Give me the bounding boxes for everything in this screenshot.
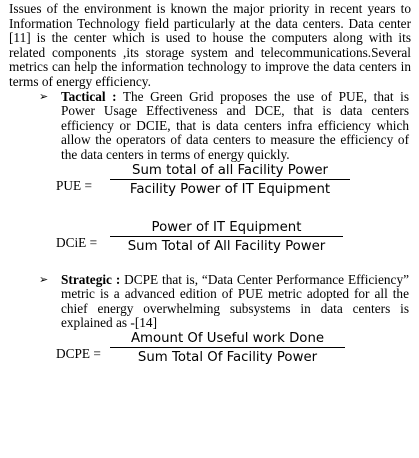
- formula-fraction: Amount Of Useful work Done Sum Total Of …: [110, 331, 345, 365]
- formula-denominator: Facility Power of IT Equipment: [129, 181, 331, 197]
- intro-paragraph: Issues of the environment is known the m…: [9, 1, 411, 89]
- formula-numerator: Sum total of all Facility Power: [132, 162, 328, 178]
- pue-formula: PUE = Sum total of all Facility Power Fa…: [9, 163, 411, 207]
- formula-lhs: PUE =: [56, 177, 92, 193]
- formula-fraction: Power of IT Equipment Sum Total of All F…: [110, 220, 343, 254]
- arrow-bullet-icon: ➢: [39, 272, 49, 286]
- formula-denominator: Sum Total of All Facility Power: [127, 238, 326, 254]
- formula-lhs: DCPE =: [56, 345, 101, 361]
- bullet-strategic: ➢ Strategic : DCPE that is, “Data Center…: [9, 271, 411, 331]
- paper-page: Issues of the environment is known the m…: [9, 0, 411, 375]
- formula-fraction: Sum total of all Facility Power Facility…: [110, 163, 350, 197]
- bullet-term: Tactical :: [61, 88, 117, 104]
- formula-denominator: Sum Total Of Facility Power: [137, 349, 318, 365]
- formula-numerator: Power of IT Equipment: [151, 219, 302, 235]
- bullet-term: Strategic :: [61, 271, 121, 287]
- formula-lhs: DCiE =: [56, 234, 98, 250]
- formula-numerator: Amount Of Useful work Done: [130, 330, 325, 346]
- dcpe-formula: DCPE = Amount Of Useful work Done Sum To…: [9, 331, 411, 375]
- bullet-tactical: ➢ Tactical : The Green Grid proposes the…: [9, 88, 411, 163]
- arrow-bullet-icon: ➢: [39, 89, 49, 103]
- dcie-formula: DCiE = Power of IT Equipment Sum Total o…: [9, 220, 411, 268]
